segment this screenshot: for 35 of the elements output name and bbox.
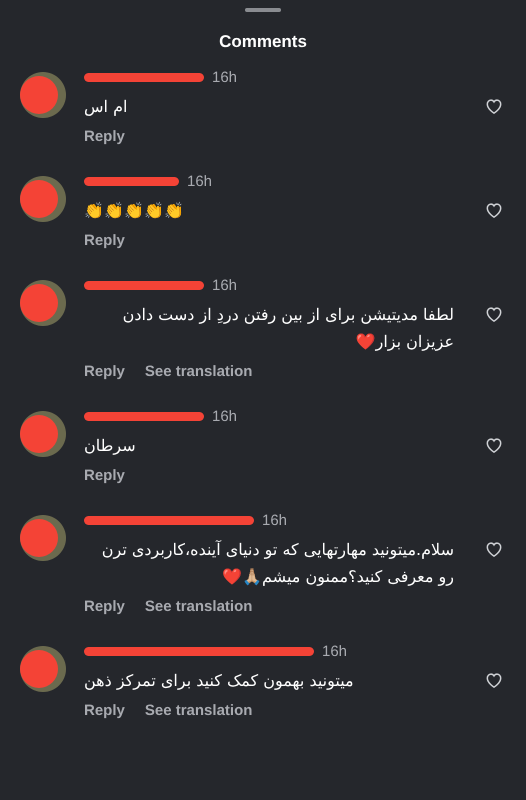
reply-link[interactable]: Reply: [84, 598, 125, 615]
redaction-mark: [20, 415, 58, 453]
translation-link[interactable]: See translation: [144, 363, 252, 380]
avatar[interactable]: [20, 72, 66, 118]
reply-link[interactable]: Reply: [84, 363, 125, 380]
comment-text: میتونید بهمون کمک کنید برای تمرکز ذهن: [84, 670, 354, 692]
redaction-mark: [20, 76, 58, 114]
comment-text: سلام.میتونید مهارتهایی که تو دنیای آینده،کاربردی ترن رو معرفی کنید؟ممنون میشم🙏🏼❤: [100, 539, 454, 588]
timestamp: 16h: [322, 642, 348, 660]
avatar[interactable]: [20, 646, 66, 692]
timestamp: 16h: [212, 408, 238, 424]
comment-text: لطفا مدیتیشن برای از بین رفتن دردِ از دست دادن عزیزان بزار❤: [122, 304, 454, 353]
translation-link[interactable]: See translation: [144, 598, 252, 615]
comment-text: ام اس: [84, 96, 128, 118]
reply-link[interactable]: Reply: [84, 232, 125, 249]
avatar[interactable]: [20, 515, 66, 561]
timestamp: 16h: [262, 512, 288, 528]
drag-handle[interactable]: [245, 8, 281, 12]
avatar[interactable]: [20, 176, 66, 222]
reply-link[interactable]: Reply: [84, 128, 125, 145]
reply-link[interactable]: Reply: [84, 702, 125, 719]
avatar[interactable]: [20, 280, 66, 326]
timestamp: 16h: [187, 172, 212, 190]
redaction-mark: [20, 519, 58, 557]
redaction-mark: [20, 180, 58, 218]
timestamp: 16h: [212, 276, 238, 294]
translation-link[interactable]: See translation: [144, 702, 252, 719]
comment-text: 👏👏👏👏👏: [84, 200, 184, 222]
timestamp: 16h: [212, 68, 238, 86]
reply-link[interactable]: Reply: [84, 467, 125, 484]
sheet-title: Comments: [218, 32, 308, 53]
comment-text: سرطان: [84, 435, 136, 457]
redaction-mark: [20, 284, 58, 322]
avatar[interactable]: [20, 411, 66, 457]
redaction-mark: [20, 650, 58, 688]
